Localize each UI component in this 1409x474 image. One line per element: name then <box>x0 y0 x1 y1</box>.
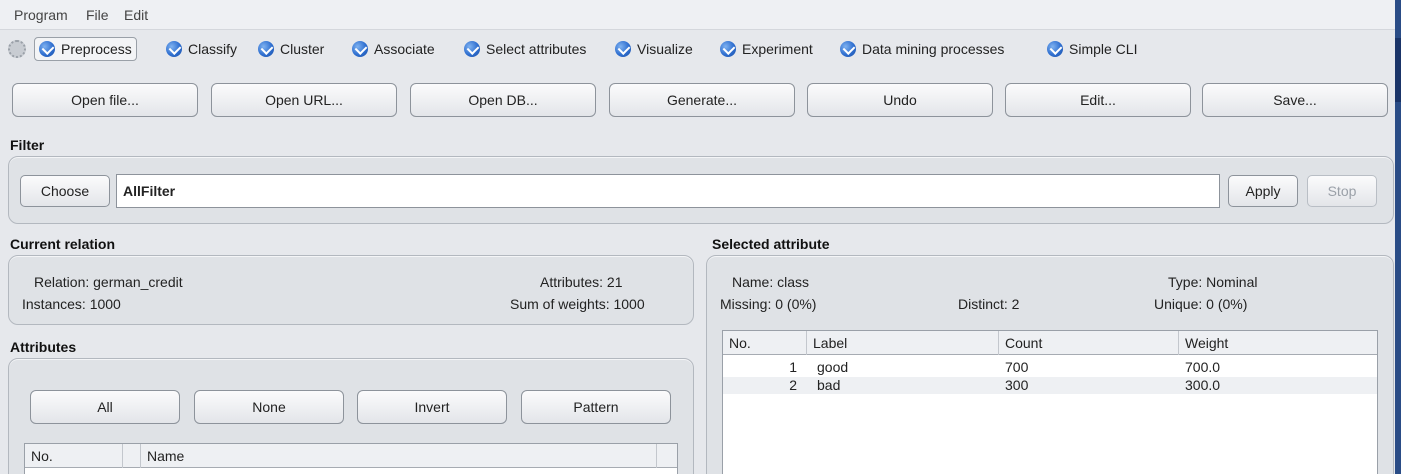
choose-filter-button[interactable]: Choose <box>20 175 110 207</box>
check-circle-icon <box>352 41 368 57</box>
tab-label: Select attributes <box>486 41 587 57</box>
selected-attribute-title: Selected attribute <box>712 236 830 252</box>
menu-edit[interactable]: Edit <box>124 7 148 23</box>
generate-button[interactable]: Generate... <box>609 83 795 117</box>
menu-file[interactable]: File <box>86 7 109 23</box>
tab-label: Classify <box>188 41 238 57</box>
attributes-count: Attributes: 21 <box>540 274 623 290</box>
attributes-table-header: No. Name <box>25 444 677 468</box>
tab-label: Preprocess <box>61 41 132 57</box>
pattern-button[interactable]: Pattern <box>521 390 671 424</box>
check-circle-icon <box>840 41 856 57</box>
check-circle-icon <box>464 41 480 57</box>
attributes-table: No. Name <box>24 443 678 474</box>
stop-button[interactable]: Stop <box>1307 175 1377 207</box>
gear-icon[interactable] <box>8 40 26 58</box>
selected-table-header: No. Label Count Weight <box>723 331 1377 355</box>
instances-count: Instances: 1000 <box>22 296 121 312</box>
row-weight: 300.0 <box>1185 377 1221 393</box>
menu-bar: Program File Edit <box>0 0 1395 30</box>
selected-attribute-table: No. Label Count Weight 1 good 700 700.0 … <box>722 330 1378 474</box>
row-label: bad <box>817 377 841 393</box>
relation-name: Relation: german_credit <box>34 274 183 290</box>
invert-button[interactable]: Invert <box>357 390 507 424</box>
selected-type: Type: Nominal <box>1168 274 1258 290</box>
filter-title: Filter <box>10 137 45 153</box>
tab-label: Visualize <box>637 41 693 57</box>
col-weight[interactable]: Weight <box>1179 331 1377 355</box>
check-circle-icon <box>258 41 274 57</box>
save-button[interactable]: Save... <box>1202 83 1388 117</box>
attributes-title: Attributes <box>10 339 77 355</box>
selected-distinct: Distinct: 2 <box>958 296 1020 312</box>
col-no[interactable]: No. <box>723 331 807 355</box>
col-no[interactable]: No. <box>25 444 123 468</box>
current-relation-panel <box>8 255 694 325</box>
check-circle-icon <box>615 41 631 57</box>
table-row[interactable]: 1 good 700 700.0 <box>723 359 1377 376</box>
col-checkbox[interactable] <box>123 444 141 468</box>
row-no: 1 <box>789 359 797 375</box>
sum-of-weights: Sum of weights: 1000 <box>510 296 645 312</box>
selected-name: Name: class <box>732 274 810 290</box>
row-label: good <box>817 359 849 375</box>
menu-program[interactable]: Program <box>14 7 68 23</box>
edit-button[interactable]: Edit... <box>1005 83 1191 117</box>
tab-label: Data mining processes <box>862 41 1005 57</box>
tab-simple-cli[interactable]: Simple CLI <box>1047 37 1137 61</box>
edge-bar-dark <box>1395 38 1401 102</box>
tab-label: Experiment <box>742 41 813 57</box>
tab-label: Cluster <box>280 41 325 57</box>
tab-bar: Preprocess Classify Cluster Associate Se… <box>0 32 1395 68</box>
tab-data-mining-processes[interactable]: Data mining processes <box>840 37 1004 61</box>
tab-preprocess[interactable]: Preprocess <box>34 37 137 61</box>
check-circle-icon <box>39 41 55 57</box>
col-count[interactable]: Count <box>999 331 1179 355</box>
tab-experiment[interactable]: Experiment <box>720 37 813 61</box>
open-url-button[interactable]: Open URL... <box>211 83 397 117</box>
select-all-button[interactable]: All <box>30 390 180 424</box>
check-circle-icon <box>166 41 182 57</box>
open-db-button[interactable]: Open DB... <box>410 83 596 117</box>
tab-label: Associate <box>374 41 435 57</box>
tab-cluster[interactable]: Cluster <box>258 37 324 61</box>
row-weight: 700.0 <box>1185 359 1221 375</box>
col-label[interactable]: Label <box>807 331 999 355</box>
window-edge <box>1395 0 1409 474</box>
check-circle-icon <box>1047 41 1063 57</box>
row-no: 2 <box>789 377 797 393</box>
tab-select-attributes[interactable]: Select attributes <box>464 37 586 61</box>
tab-label: Simple CLI <box>1069 41 1138 57</box>
filter-field[interactable]: AllFilter <box>116 174 1220 208</box>
col-name[interactable]: Name <box>141 444 657 468</box>
tab-classify[interactable]: Classify <box>166 37 237 61</box>
select-none-button[interactable]: None <box>194 390 344 424</box>
open-file-button[interactable]: Open file... <box>12 83 198 117</box>
check-circle-icon <box>720 41 736 57</box>
current-relation-title: Current relation <box>10 236 116 252</box>
tab-visualize[interactable]: Visualize <box>615 37 693 61</box>
row-count: 700 <box>1005 359 1029 375</box>
apply-button[interactable]: Apply <box>1228 175 1298 207</box>
selected-unique: Unique: 0 (0%) <box>1154 296 1248 312</box>
row-count: 300 <box>1005 377 1029 393</box>
selected-missing: Missing: 0 (0%) <box>720 296 817 312</box>
tab-associate[interactable]: Associate <box>352 37 435 61</box>
table-row[interactable]: 2 bad 300 300.0 <box>723 377 1377 394</box>
undo-button[interactable]: Undo <box>807 83 993 117</box>
